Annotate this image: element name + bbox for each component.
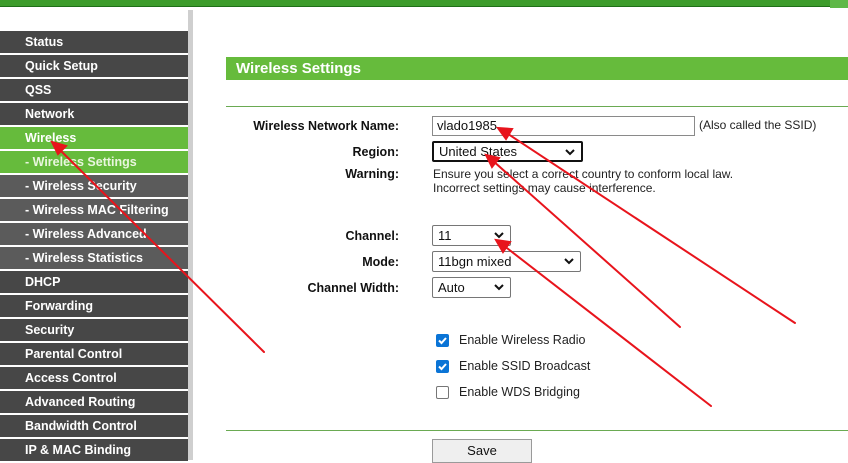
enable-wireless-radio-label: Enable Wireless Radio xyxy=(459,333,586,347)
chevron-down-icon xyxy=(565,149,575,156)
banner-corner xyxy=(830,0,848,8)
channel-label: Channel: xyxy=(345,229,399,243)
region-select[interactable]: United States xyxy=(432,141,583,162)
enable-ssid-broadcast-label: Enable SSID Broadcast xyxy=(459,359,591,373)
channel-width-select[interactable]: Auto xyxy=(432,277,511,298)
enable-wds-bridging-checkbox[interactable] xyxy=(436,386,449,399)
chevron-down-icon xyxy=(564,258,574,265)
sidebar-item-bandwidth-control[interactable]: Bandwidth Control xyxy=(0,415,188,437)
sidebar-item-access-control[interactable]: Access Control xyxy=(0,367,188,389)
section-divider-bottom xyxy=(226,430,848,431)
channel-width-label: Channel Width: xyxy=(307,281,399,295)
sidebar-item-parental-control[interactable]: Parental Control xyxy=(0,343,188,365)
sidebar-item-advanced-routing[interactable]: Advanced Routing xyxy=(0,391,188,413)
sidebar-item-forwarding[interactable]: Forwarding xyxy=(0,295,188,317)
banner-line xyxy=(0,6,848,7)
sidebar-item-dhcp[interactable]: DHCP xyxy=(0,271,188,293)
section-divider-top xyxy=(226,106,848,107)
mode-select[interactable]: 11bgn mixed xyxy=(432,251,581,272)
sidebar-item-status[interactable]: Status xyxy=(0,31,188,53)
sidebar: Status Quick Setup QSS Network Wireless … xyxy=(0,10,193,463)
chevron-down-icon xyxy=(494,284,504,291)
page-title: Wireless Settings xyxy=(226,57,848,80)
sidebar-item-wireless-mac-filtering[interactable]: - Wireless MAC Filtering xyxy=(0,199,188,221)
enable-ssid-broadcast-checkbox[interactable] xyxy=(436,360,449,373)
mode-value: 11bgn mixed xyxy=(438,254,512,269)
sidebar-item-qss[interactable]: QSS xyxy=(0,79,188,101)
enable-wds-bridging-label: Enable WDS Bridging xyxy=(459,385,580,399)
region-value: United States xyxy=(439,144,518,159)
sidebar-divider xyxy=(188,10,193,460)
warning-label: Warning: xyxy=(345,167,399,181)
region-label: Region: xyxy=(352,145,399,159)
sidebar-item-wireless-statistics[interactable]: - Wireless Statistics xyxy=(0,247,188,269)
sidebar-header xyxy=(0,10,188,31)
sidebar-item-quick-setup[interactable]: Quick Setup xyxy=(0,55,188,77)
chevron-down-icon xyxy=(494,232,504,239)
warning-line-2: Incorrect settings may cause interferenc… xyxy=(433,181,656,195)
sidebar-item-security[interactable]: Security xyxy=(0,319,188,341)
warning-line-1: Ensure you select a correct country to c… xyxy=(433,167,734,181)
sidebar-item-wireless-security[interactable]: - Wireless Security xyxy=(0,175,188,197)
checkmark-icon xyxy=(438,363,447,371)
channel-width-value: Auto xyxy=(438,280,465,295)
ssid-input[interactable]: vlado1985 xyxy=(432,116,695,136)
mode-label: Mode: xyxy=(362,255,399,269)
channel-select[interactable]: 11 xyxy=(432,225,511,246)
ssid-hint: (Also called the SSID) xyxy=(699,118,817,132)
checkmark-icon xyxy=(438,337,447,345)
top-banner xyxy=(0,0,848,10)
enable-wireless-radio-checkbox[interactable] xyxy=(436,334,449,347)
sidebar-item-wireless[interactable]: Wireless xyxy=(0,127,188,149)
save-button[interactable]: Save xyxy=(432,439,532,463)
sidebar-item-wireless-settings[interactable]: - Wireless Settings xyxy=(0,151,188,173)
sidebar-menu: Status Quick Setup QSS Network Wireless … xyxy=(0,31,188,463)
main-panel: Wireless Settings Wireless Network Name:… xyxy=(195,10,848,463)
sidebar-item-wireless-advanced[interactable]: - Wireless Advanced xyxy=(0,223,188,245)
ssid-label: Wireless Network Name: xyxy=(253,119,399,133)
sidebar-item-network[interactable]: Network xyxy=(0,103,188,125)
sidebar-item-ip-mac-binding[interactable]: IP & MAC Binding xyxy=(0,439,188,461)
channel-value: 11 xyxy=(438,228,452,243)
